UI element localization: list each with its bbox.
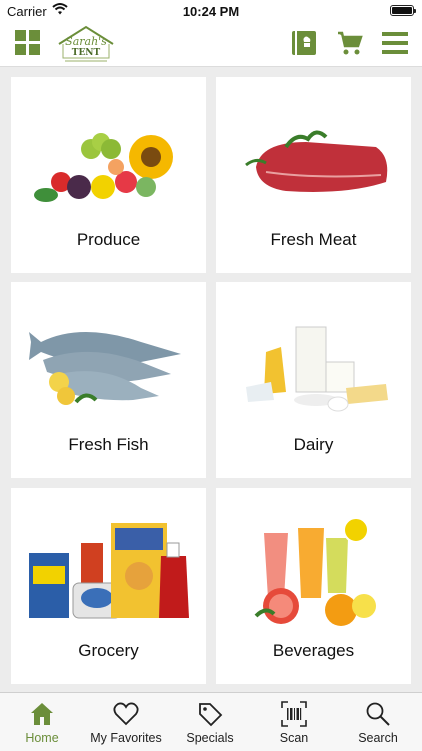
battery-icon [390, 5, 416, 16]
grid-icon[interactable] [15, 30, 41, 56]
status-bar: Carrier 10:24 PM [0, 0, 422, 22]
category-label: Beverages [272, 641, 355, 660]
clock: 10:24 PM [182, 4, 240, 19]
fresh-fish-image [29, 332, 181, 405]
home-icon [31, 703, 53, 725]
search-icon [366, 702, 390, 726]
category-label: Grocery [78, 641, 139, 660]
heart-icon [113, 702, 139, 726]
tab-label: Home [25, 731, 59, 745]
category-label: Produce [76, 230, 141, 249]
svg-text:Sarah's: Sarah's [65, 35, 107, 48]
barcode-icon [281, 701, 307, 727]
cart-icon[interactable] [336, 29, 364, 57]
dairy-image [246, 326, 388, 412]
grocery-image [29, 523, 189, 619]
menu-icon[interactable] [381, 29, 409, 57]
category-tile-fresh-fish[interactable]: Fresh Fish [11, 282, 206, 478]
category-tile-beverages[interactable]: Beverages [216, 488, 411, 684]
svg-text:TENT: TENT [72, 48, 101, 58]
category-tile-grocery[interactable]: Grocery [11, 488, 206, 684]
tab-home[interactable]: Home [0, 693, 84, 751]
tab-scan[interactable]: Scan [252, 693, 336, 751]
tab-bar: Home My Favorites Specials Scan Search [0, 692, 422, 751]
category-tile-fresh-meat[interactable]: Fresh Meat [216, 77, 411, 273]
tag-icon [199, 703, 223, 727]
category-label: Fresh Meat [270, 230, 357, 249]
tab-label: My Favorites [90, 731, 162, 745]
app-header: Sarah's TENT [0, 22, 422, 67]
tab-label: Search [358, 731, 398, 745]
fresh-meat-image [245, 130, 388, 192]
recipe-book-icon[interactable] [290, 29, 318, 57]
category-label: Fresh Fish [68, 435, 149, 454]
produce-image [34, 133, 173, 202]
category-label: Dairy [293, 435, 334, 454]
tab-my-favorites[interactable]: My Favorites [84, 693, 168, 751]
tab-specials[interactable]: Specials [168, 693, 252, 751]
tab-search[interactable]: Search [336, 693, 420, 751]
category-tile-dairy[interactable]: Dairy [216, 282, 411, 478]
tab-label: Scan [279, 731, 309, 745]
category-tile-produce[interactable]: Produce [11, 77, 206, 273]
tab-label: Specials [186, 731, 234, 745]
beverages-image [254, 517, 376, 626]
sarahs-tent-logo[interactable]: Sarah's TENT [55, 24, 117, 64]
